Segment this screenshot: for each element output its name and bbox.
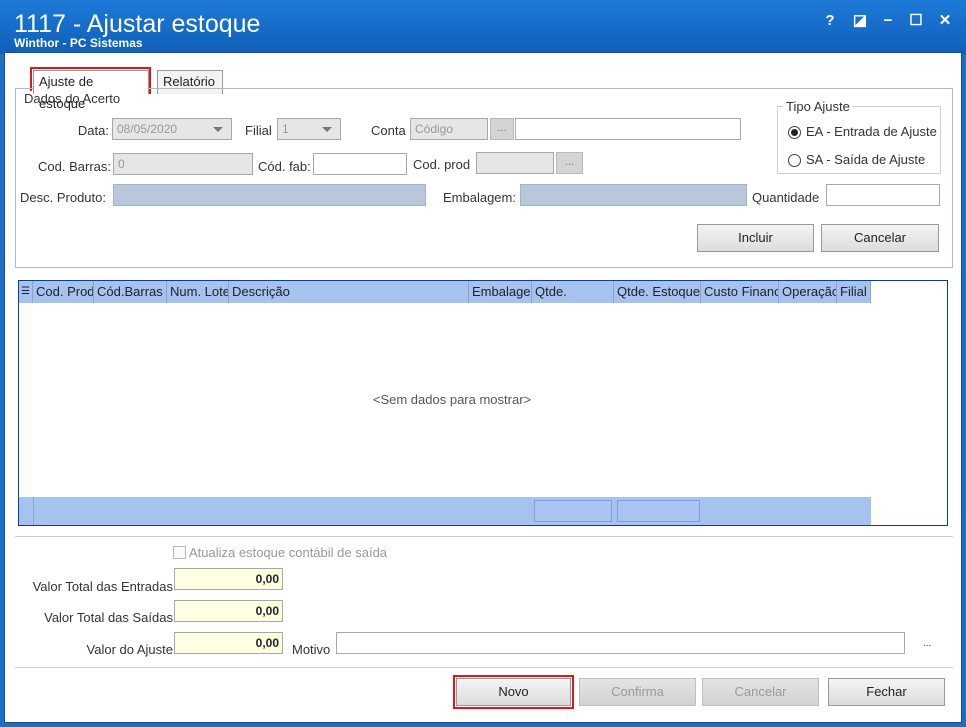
col-num-lote[interactable]: Num. Lote: [167, 281, 229, 303]
col-cod-prod[interactable]: Cod. Prod: [33, 281, 94, 303]
chevron-down-icon: [213, 127, 223, 132]
col-operacao[interactable]: Operação: [779, 281, 837, 303]
grid-empty-message: <Sem dados para mostrar>: [372, 392, 532, 407]
cancelar-button[interactable]: Cancelar: [702, 678, 819, 706]
ajuste-value: 0,00: [174, 632, 283, 654]
ajuste-label: Valor do Ajuste: [86, 642, 173, 657]
motivo-ellipsis-button[interactable]: ...: [923, 638, 931, 649]
col-custo-financ[interactable]: Custo Financ: [701, 281, 779, 303]
motivo-input[interactable]: [336, 632, 905, 654]
col-qtde[interactable]: Qtde.: [532, 281, 614, 303]
cod-fab-input[interactable]: [313, 153, 407, 175]
data-value: 08/05/2020: [117, 122, 178, 136]
title-bar: 1117 - Ajustar estoque Winthor - PC Sist…: [0, 0, 966, 54]
grid-footer: [19, 497, 871, 525]
atualiza-label: Atualiza estoque contábil de saída: [189, 545, 388, 560]
col-filial[interactable]: Filial: [837, 281, 871, 303]
cod-fab-label: Cód. fab:: [258, 159, 311, 174]
col-embalagem[interactable]: Embalagem: [469, 281, 532, 303]
radio-ea[interactable]: [788, 126, 801, 139]
conta-codigo-input[interactable]: Código: [410, 118, 488, 140]
atualiza-checkbox[interactable]: [173, 546, 186, 559]
saidas-label: Valor Total das Saídas: [44, 610, 173, 625]
divider: [15, 667, 953, 668]
conta-search-button[interactable]: ...: [490, 118, 514, 140]
embalagem-field: [520, 184, 747, 206]
grid-header: ☰ Cod. Prod Cód.Barras Num. Lote Descriç…: [19, 281, 871, 303]
divider: [15, 536, 953, 537]
footer-sum-qtde: [534, 500, 612, 522]
cod-prod-label: Cod. prod: [413, 157, 471, 172]
main-frame: Ajuste de estoque Relatório Dados do Ace…: [4, 52, 962, 723]
radio-sa[interactable]: [788, 154, 801, 167]
desc-produto-label: Desc. Produto:: [20, 190, 106, 205]
help-button[interactable]: ?: [818, 10, 842, 32]
desc-produto-field: [113, 184, 426, 206]
window-subtitle: Winthor - PC Sistemas: [14, 36, 143, 50]
cod-prod-input[interactable]: [476, 152, 554, 174]
conta-descricao-field: [515, 118, 741, 140]
window-title: 1117 - Ajustar estoque: [14, 10, 261, 38]
entradas-label: Valor Total das Entradas: [32, 579, 173, 594]
data-label: Data:: [77, 123, 109, 138]
motivo-label: Motivo: [292, 642, 331, 657]
col-descricao[interactable]: Descrição: [229, 281, 469, 303]
minimize-button[interactable]: −: [876, 10, 900, 32]
cancelar-acerto-button[interactable]: Cancelar: [821, 224, 939, 252]
fechar-button[interactable]: Fechar: [828, 678, 945, 706]
col-qtde-estoque[interactable]: Qtde. Estoque: [614, 281, 701, 303]
incluir-button[interactable]: Incluir: [697, 224, 814, 252]
confirma-button[interactable]: Confirma: [579, 678, 696, 706]
quantidade-input[interactable]: [826, 184, 940, 206]
filial-value: 1: [282, 122, 289, 136]
col-cod-barras[interactable]: Cód.Barras: [94, 281, 167, 303]
filial-label: Filial: [245, 123, 272, 138]
tab-ajuste-estoque[interactable]: Ajuste de estoque: [33, 70, 149, 111]
cod-barras-input[interactable]: 0: [113, 153, 253, 175]
radio-sa-label: SA - Saída de Ajuste: [806, 152, 926, 167]
cod-barras-label: Cod. Barras:: [38, 159, 111, 174]
filial-select[interactable]: 1: [277, 118, 341, 140]
data-select[interactable]: 08/05/2020: [112, 118, 232, 140]
saidas-value: 0,00: [174, 600, 283, 622]
radio-ea-label: EA - Entrada de Ajuste: [806, 124, 937, 139]
close-button[interactable]: ✕: [933, 10, 957, 32]
chevron-down-icon: [322, 127, 332, 132]
footer-sum-qtde-estoque: [617, 500, 700, 522]
grid-menu-icon[interactable]: ☰: [19, 281, 33, 303]
tipo-ajuste-legend: Tipo Ajuste: [783, 99, 853, 114]
restore-button[interactable]: ◪: [848, 10, 872, 32]
entradas-value: 0,00: [174, 568, 283, 590]
items-grid[interactable]: ☰ Cod. Prod Cód.Barras Num. Lote Descriç…: [18, 280, 948, 526]
highlight-novo: [453, 675, 574, 709]
quantidade-label: Quantidade: [752, 190, 820, 205]
embalagem-label: Embalagem:: [443, 190, 516, 205]
maximize-button[interactable]: ☐: [904, 10, 928, 32]
conta-label: Conta: [371, 123, 406, 138]
cod-prod-search-button[interactable]: ...: [556, 152, 583, 174]
